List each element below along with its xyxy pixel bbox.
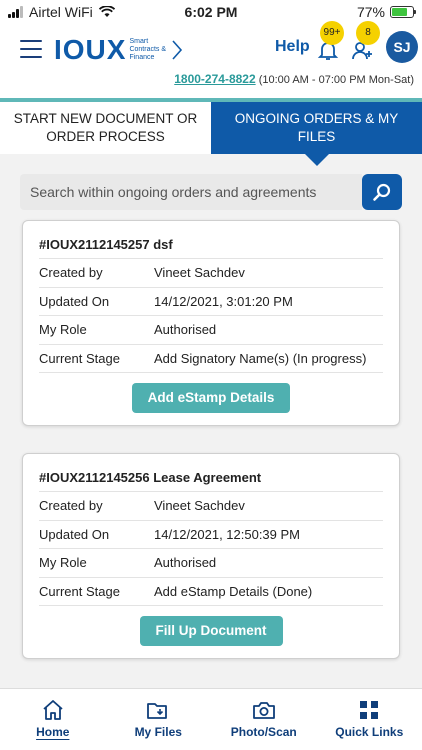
search-bar — [20, 174, 402, 210]
table-row: My Role Authorised — [39, 316, 383, 345]
field-label: Created by — [39, 265, 103, 280]
tab-ongoing-orders[interactable]: ONGOING ORDERS & MY FILES — [211, 102, 422, 166]
table-row: Updated On 14/12/2021, 12:50:39 PM — [39, 521, 383, 549]
menu-icon[interactable] — [20, 40, 42, 58]
table-row: Created by Vineet Sachdev — [39, 259, 383, 288]
app-header: IOUX Smart Contracts & Finance Help 99+ … — [0, 21, 422, 100]
card-action: Fill Up Document — [39, 606, 383, 658]
nav-label: Quick Links — [335, 725, 404, 739]
field-value: Vineet Sachdev — [154, 265, 245, 280]
battery-percent: 77% — [356, 4, 385, 20]
nav-label: Home — [36, 725, 70, 739]
field-label: My Role — [39, 322, 87, 337]
fill-up-document-button[interactable]: Fill Up Document — [139, 616, 283, 646]
support-line: 1800-274-8822 (10:00 AM - 07:00 PM Mon-S… — [174, 72, 414, 86]
nav-label: My Files — [134, 725, 182, 739]
nav-home[interactable]: Home — [0, 689, 106, 750]
tab-start-new-document[interactable]: START NEW DOCUMENT OR ORDER PROCESS — [0, 102, 211, 154]
grid-icon — [360, 701, 379, 719]
folder-icon — [147, 703, 168, 719]
nav-label: Photo/Scan — [230, 725, 297, 739]
field-value: Authorised — [154, 322, 217, 337]
help-link[interactable]: Help — [275, 38, 310, 56]
field-label: Created by — [39, 498, 103, 513]
order-card: #IOUX2112145257 dsf Created by Vineet Sac… — [22, 220, 400, 426]
logo-chevron-icon — [172, 40, 183, 60]
field-value: Vineet Sachdev — [154, 498, 245, 513]
field-value: Add eStamp Details (Done) — [154, 583, 313, 599]
search-button[interactable] — [362, 174, 402, 210]
search-icon — [373, 183, 391, 201]
logo[interactable]: IOUX Smart Contracts & Finance — [54, 34, 183, 66]
nav-photo-scan[interactable]: Photo/Scan — [211, 689, 317, 750]
card-action: Add eStamp Details — [39, 373, 383, 425]
order-title[interactable]: #IOUX2112145257 dsf — [39, 231, 383, 259]
field-label: My Role — [39, 555, 87, 570]
notifications-badge: 99+ — [320, 21, 344, 45]
table-row: Updated On 14/12/2021, 3:01:20 PM — [39, 288, 383, 316]
field-value: Add Signatory Name(s) (In progress) — [154, 350, 367, 366]
search-input[interactable] — [20, 174, 362, 210]
field-label: Current Stage — [39, 583, 120, 599]
field-value: 14/12/2021, 12:50:39 PM — [154, 526, 301, 542]
order-card: #IOUX2112145256 Lease Agreement Created … — [22, 453, 400, 659]
table-row: Created by Vineet Sachdev — [39, 492, 383, 521]
order-title[interactable]: #IOUX2112145256 Lease Agreement — [39, 464, 383, 492]
bottom-nav: Home My Files Photo/Scan Quick Links — [0, 688, 422, 750]
nav-quick-links[interactable]: Quick Links — [317, 689, 422, 750]
support-phone-link[interactable]: 1800-274-8822 — [174, 72, 255, 86]
table-row: Current Stage Add Signatory Name(s) (In p… — [39, 345, 383, 373]
field-label: Current Stage — [39, 350, 120, 366]
home-icon — [43, 700, 63, 720]
add-estamp-details-button[interactable]: Add eStamp Details — [131, 383, 291, 413]
field-label: Updated On — [39, 293, 110, 309]
status-right: 77% — [356, 4, 416, 20]
avatar[interactable]: SJ — [386, 31, 418, 63]
requests-badge: 8 — [356, 21, 380, 45]
status-bar: Airtel WiFi 6:02 PM 77% — [0, 0, 422, 24]
table-row: Current Stage Add eStamp Details (Done) — [39, 578, 383, 606]
logo-tagline: Smart Contracts & Finance — [129, 38, 167, 61]
logo-text: IOUX — [54, 34, 127, 65]
camera-icon — [252, 702, 275, 719]
field-value: Authorised — [154, 555, 217, 570]
field-value: 14/12/2021, 3:01:20 PM — [154, 293, 293, 309]
nav-my-files[interactable]: My Files — [106, 689, 212, 750]
battery-icon — [390, 6, 416, 18]
tab-bar: START NEW DOCUMENT OR ORDER PROCESS ONGO… — [0, 102, 422, 166]
field-label: Updated On — [39, 526, 110, 542]
support-hours: (10:00 AM - 07:00 PM Mon-Sat) — [258, 74, 414, 86]
table-row: My Role Authorised — [39, 549, 383, 578]
